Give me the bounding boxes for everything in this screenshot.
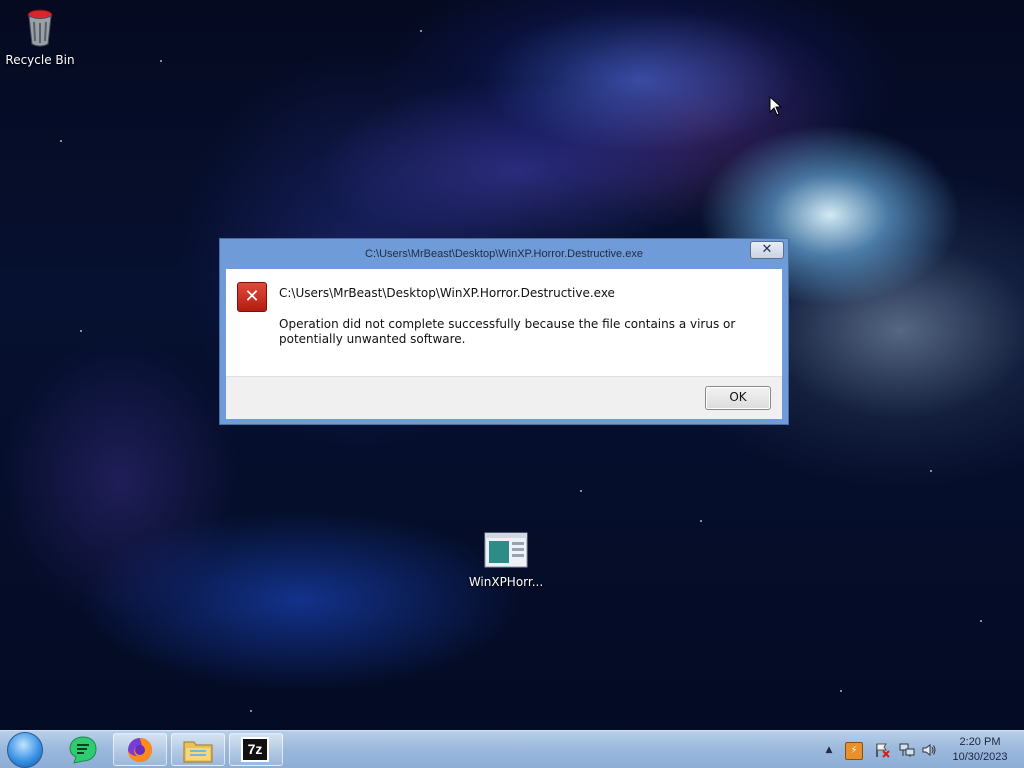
taskbar-7zip[interactable]: 7z <box>229 733 283 766</box>
system-clock[interactable]: 2:20 PM 10/30/2023 <box>944 735 1016 765</box>
taskbar-firefox[interactable] <box>113 733 167 766</box>
star <box>80 330 82 332</box>
7zip-label: 7z <box>247 741 263 757</box>
start-orb[interactable] <box>7 732 43 768</box>
desktop-icon-recycle-bin[interactable]: Recycle Bin <box>0 8 80 67</box>
star <box>60 140 62 142</box>
star <box>980 620 982 622</box>
star <box>700 520 702 522</box>
star <box>840 690 842 692</box>
dialog-heading: C:\Users\MrBeast\Desktop\WinXP.Horror.De… <box>279 286 615 300</box>
star <box>250 710 252 712</box>
taskbar-file-explorer[interactable] <box>171 733 225 766</box>
update-icon[interactable]: ⚡ <box>845 742 863 760</box>
error-dialog: C:\Users\MrBeast\Desktop\WinXP.Horror.De… <box>219 238 789 425</box>
taskbar-chat-app[interactable] <box>56 733 110 766</box>
mouse-cursor-icon <box>769 96 783 116</box>
star <box>930 470 932 472</box>
recycle-bin-icon <box>27 9 53 47</box>
ok-button[interactable]: OK <box>705 386 771 410</box>
network-monitor-icon <box>899 743 915 757</box>
close-icon: ✕ <box>761 242 773 257</box>
taskbar: 7z ▲ ⚡ 2:20 PM 10/30/2023 <box>0 730 1024 768</box>
clock-time: 2:20 PM <box>959 736 1001 748</box>
firefox-icon <box>128 738 152 762</box>
star <box>580 490 582 492</box>
star <box>420 30 422 32</box>
7zip-icon: 7z <box>241 737 269 762</box>
dialog-body: ✕ C:\Users\MrBeast\Desktop\WinXP.Horror.… <box>226 269 782 376</box>
flag-icon <box>876 743 890 758</box>
speaker-icon <box>922 744 936 756</box>
file-explorer-icon <box>183 741 213 763</box>
show-hidden-icons-icon[interactable]: ▲ <box>821 742 837 758</box>
close-button[interactable]: ✕ <box>750 241 784 259</box>
dialog-message: Operation did not complete successfully … <box>279 317 736 346</box>
exe-file-icon <box>484 532 528 568</box>
dialog-titlebar[interactable]: C:\Users\MrBeast\Desktop\WinXP.Horror.De… <box>220 239 788 269</box>
chat-app-icon <box>69 736 97 764</box>
desktop-icon-label: Recycle Bin <box>5 53 75 67</box>
star <box>160 60 162 62</box>
network-icon[interactable] <box>899 742 915 758</box>
volume-icon[interactable] <box>921 742 937 758</box>
dialog-footer: OK <box>226 376 782 419</box>
error-icon: ✕ <box>237 282 267 312</box>
desktop-icon-winxphorror[interactable]: WinXPHorr... <box>466 530 546 589</box>
desktop-icon-label: WinXPHorr... <box>468 575 544 589</box>
clock-date: 10/30/2023 <box>952 751 1008 763</box>
action-center-flag-icon[interactable] <box>874 742 890 758</box>
dialog-title: C:\Users\MrBeast\Desktop\WinXP.Horror.De… <box>365 248 643 260</box>
